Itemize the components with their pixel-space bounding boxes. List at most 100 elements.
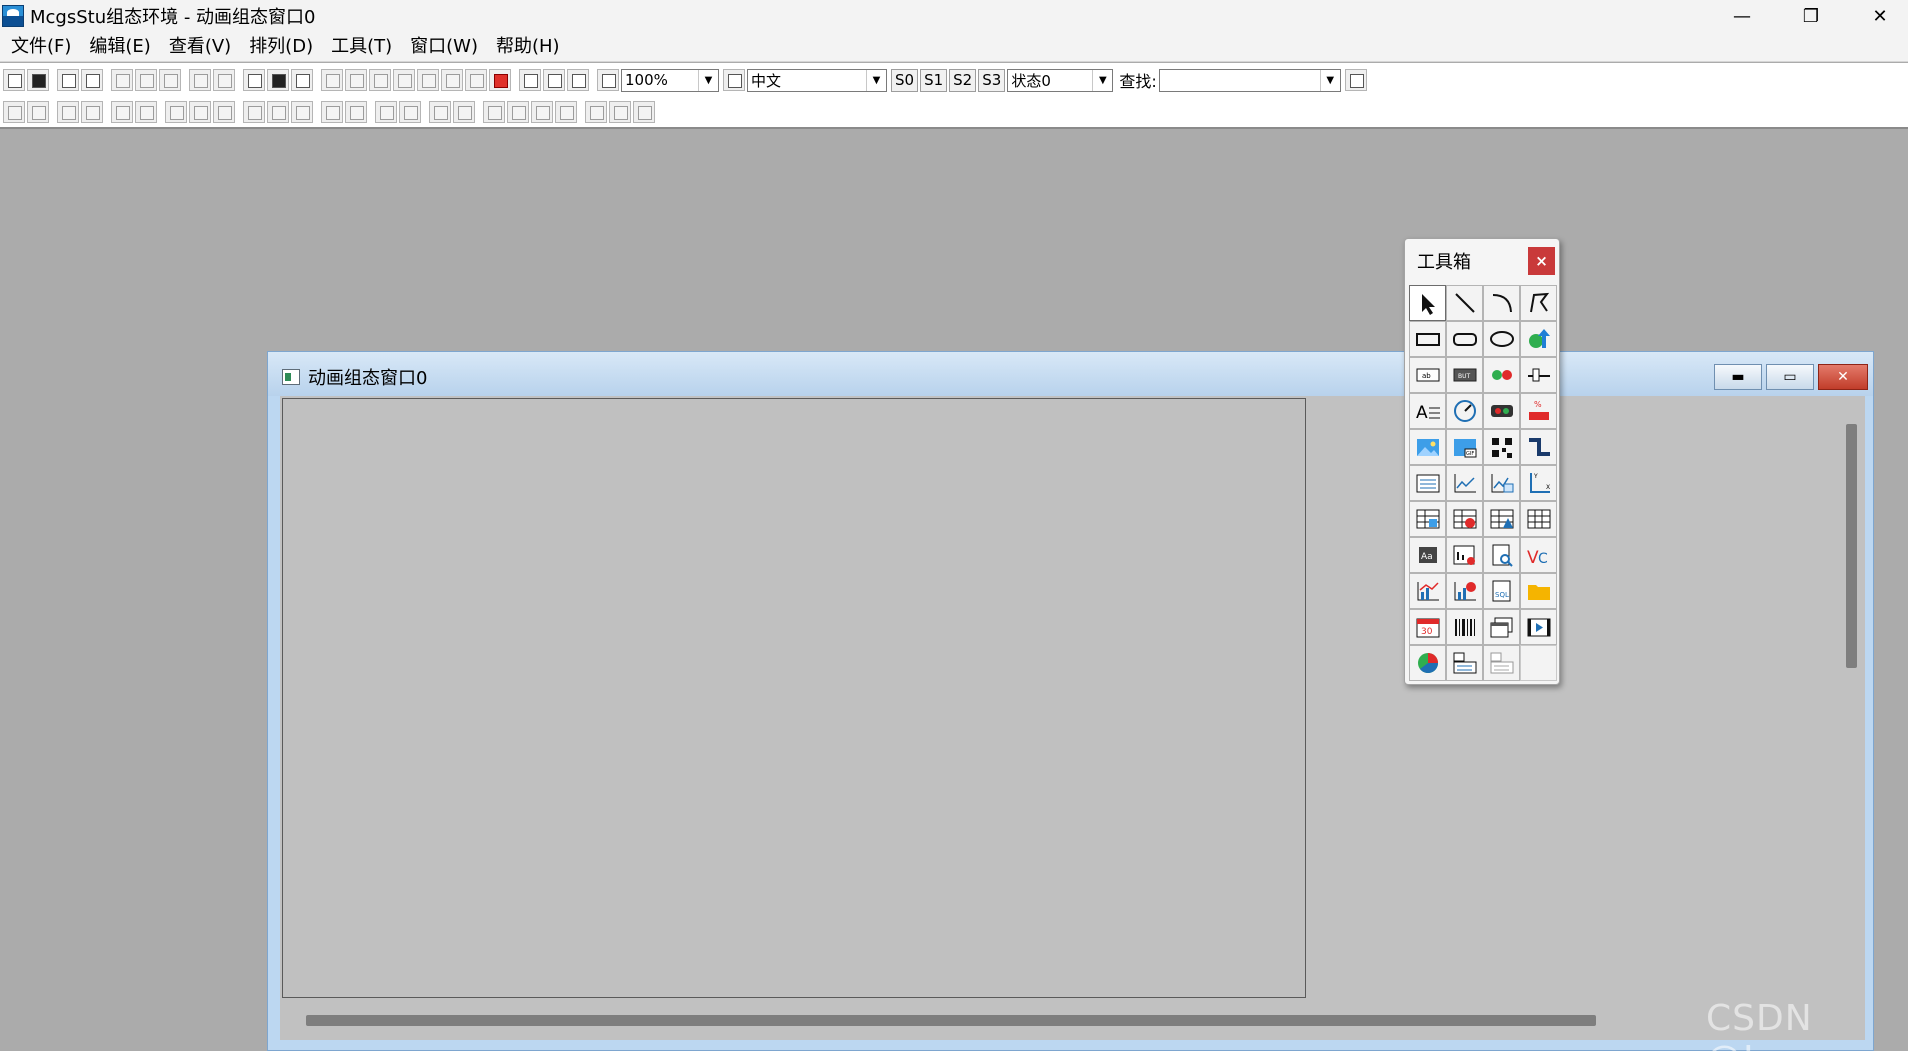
horizontal-scroll-thumb[interactable] xyxy=(306,1015,1596,1026)
language-select[interactable]: 中文 ▼ xyxy=(747,68,887,92)
standard-button-tool-button[interactable]: BUT xyxy=(1446,357,1483,393)
redo-icon[interactable] xyxy=(213,69,235,91)
cut-icon[interactable] xyxy=(111,69,133,91)
line-tool-button[interactable] xyxy=(1446,285,1483,321)
combo-box-tool-button[interactable] xyxy=(1446,645,1483,681)
subwindow-tool-button[interactable] xyxy=(1483,609,1520,645)
menu-arrange[interactable]: 排列(D) xyxy=(240,32,322,62)
distribute-horizontal-icon[interactable] xyxy=(321,101,343,123)
align-left-icon[interactable] xyxy=(3,101,25,123)
center-vertical-icon[interactable] xyxy=(243,101,265,123)
line-type-icon[interactable] xyxy=(417,69,439,91)
find-input[interactable]: ▼ xyxy=(1158,68,1341,92)
percent-fill-tool-button[interactable]: % xyxy=(1520,393,1557,429)
line-color-icon[interactable] xyxy=(345,69,367,91)
image-tool-button[interactable] xyxy=(1409,429,1446,465)
rounded-rectangle-tool-button[interactable] xyxy=(1446,321,1483,357)
line-style-icon[interactable] xyxy=(441,69,463,91)
ellipse-tool-button[interactable] xyxy=(1483,321,1520,357)
bring-front-icon[interactable] xyxy=(483,101,505,123)
undo-icon[interactable] xyxy=(189,69,211,91)
alarm-bar-chart-tool-button[interactable] xyxy=(1446,573,1483,609)
history-curve-tool-button[interactable] xyxy=(1483,465,1520,501)
state-button-s3[interactable]: S3 xyxy=(978,68,1006,92)
rotate-icon[interactable] xyxy=(399,101,421,123)
gif-image-tool-button[interactable]: GIF xyxy=(1446,429,1483,465)
send-backward-icon[interactable] xyxy=(555,101,577,123)
center-window-icon[interactable] xyxy=(291,101,313,123)
abc-label-icon[interactable] xyxy=(489,69,511,91)
language-switch-icon[interactable] xyxy=(723,69,745,91)
same-height-icon[interactable] xyxy=(189,101,211,123)
toolbox-panel[interactable]: 工具箱 × ab BUT A% GIF Y X Aa V C SQL 30 xyxy=(1404,238,1560,685)
font-icon[interactable] xyxy=(393,69,415,91)
check-icon[interactable] xyxy=(543,69,565,91)
download-icon[interactable] xyxy=(567,69,589,91)
snap-grid-icon[interactable] xyxy=(633,101,655,123)
dial-gauge-tool-button[interactable] xyxy=(1446,393,1483,429)
bring-forward-icon[interactable] xyxy=(531,101,553,123)
same-width-icon[interactable] xyxy=(165,101,187,123)
child-minimize-button[interactable]: ▬ xyxy=(1714,364,1762,390)
folder-tool-button[interactable] xyxy=(1520,573,1557,609)
arc-tool-button[interactable] xyxy=(1483,285,1520,321)
calendar-tool-button[interactable]: 30 xyxy=(1409,609,1446,645)
custom-table-tool-button[interactable] xyxy=(1409,501,1446,537)
distribute-vertical-icon[interactable] xyxy=(345,101,367,123)
close-button[interactable]: ✕ xyxy=(1850,0,1908,32)
minimize-button[interactable]: — xyxy=(1712,0,1772,32)
text-align-tool-button[interactable]: A xyxy=(1409,393,1446,429)
bar-chart-tool-button[interactable] xyxy=(1409,573,1446,609)
align-top-icon[interactable] xyxy=(57,101,79,123)
toolbox-close-button[interactable]: × xyxy=(1528,247,1555,275)
menu-edit[interactable]: 编辑(E) xyxy=(80,32,159,62)
flow-pipe-tool-button[interactable] xyxy=(1520,429,1557,465)
flow-block-tool-button[interactable] xyxy=(1520,321,1557,357)
properties-icon[interactable] xyxy=(519,69,541,91)
group-icon[interactable] xyxy=(429,101,451,123)
ungroup-icon[interactable] xyxy=(453,101,475,123)
same-size-icon[interactable] xyxy=(213,101,235,123)
child-maximize-button[interactable]: ▭ xyxy=(1766,364,1814,390)
animation-button-tool-button[interactable] xyxy=(1483,393,1520,429)
flip-horizontal-icon[interactable] xyxy=(375,101,397,123)
pie-chart-tool-button[interactable] xyxy=(1409,645,1446,681)
history-table-tool-button[interactable] xyxy=(1483,501,1520,537)
toolbox-toggle-icon[interactable] xyxy=(243,69,265,91)
barcode-tool-button[interactable] xyxy=(1446,609,1483,645)
alarm-display-tool-button[interactable] xyxy=(1446,537,1483,573)
polyline-tool-button[interactable] xyxy=(1520,285,1557,321)
copy-icon[interactable] xyxy=(135,69,157,91)
disabled-combo-tool-button[interactable] xyxy=(1483,645,1520,681)
state-button-s1[interactable]: S1 xyxy=(920,68,948,92)
alarm-table-tool-button[interactable] xyxy=(1446,501,1483,537)
grid-table-tool-button[interactable] xyxy=(1520,501,1557,537)
slider-input-tool-button[interactable] xyxy=(1520,357,1557,393)
help-icon[interactable] xyxy=(597,69,619,91)
font-color-icon[interactable] xyxy=(369,69,391,91)
lock-icon[interactable] xyxy=(585,101,607,123)
menu-file[interactable]: 文件(F) xyxy=(2,32,80,62)
send-back-icon[interactable] xyxy=(507,101,529,123)
align-right-icon[interactable] xyxy=(27,101,49,123)
realtime-curve-tool-button[interactable] xyxy=(1446,465,1483,501)
report-browse-tool-button[interactable] xyxy=(1483,537,1520,573)
open-window-icon[interactable] xyxy=(3,69,25,91)
list-box-tool-button[interactable] xyxy=(1409,465,1446,501)
vc-control-tool-button[interactable]: VC xyxy=(1520,537,1557,573)
hammer-icon[interactable] xyxy=(267,69,289,91)
workspace[interactable] xyxy=(280,396,1865,1040)
indicator-light-tool-button[interactable] xyxy=(1483,357,1520,393)
label-tool-button[interactable]: ab xyxy=(1409,357,1446,393)
align-bottom-icon[interactable] xyxy=(81,101,103,123)
menu-view[interactable]: 查看(V) xyxy=(160,32,240,62)
sql-query-tool-button[interactable]: SQL xyxy=(1483,573,1520,609)
save-icon[interactable] xyxy=(27,69,49,91)
layer-icon[interactable] xyxy=(291,69,313,91)
video-tool-button[interactable] xyxy=(1520,609,1557,645)
state-button-s2[interactable]: S2 xyxy=(949,68,977,92)
pointer-tool-button[interactable] xyxy=(1409,285,1446,321)
menu-tools[interactable]: 工具(T) xyxy=(322,32,401,62)
rectangle-tool-button[interactable] xyxy=(1409,321,1446,357)
state-select[interactable]: 状态0 ▼ xyxy=(1007,68,1114,92)
